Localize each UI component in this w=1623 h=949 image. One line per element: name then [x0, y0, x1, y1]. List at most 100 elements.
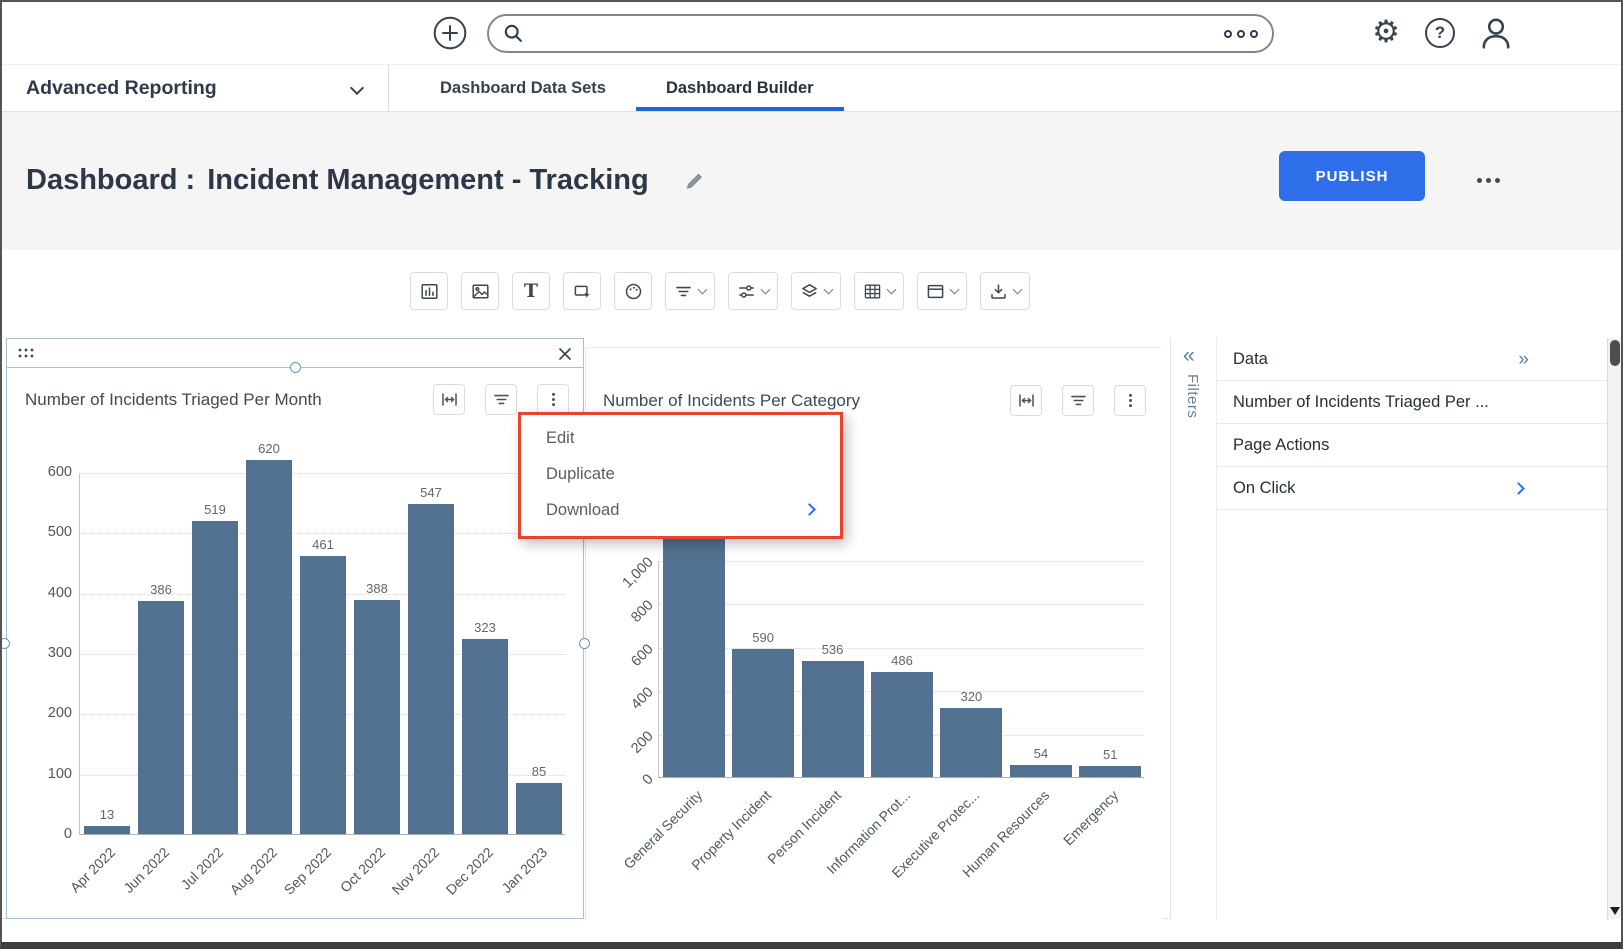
- y-axis-tick-label: 400: [26, 585, 72, 601]
- row-label: On Click: [1233, 479, 1295, 497]
- widget-actions: [1010, 385, 1146, 416]
- chart-bar[interactable]: [802, 661, 864, 777]
- search-input[interactable]: [533, 24, 1215, 44]
- menu-item-edit[interactable]: Edit: [521, 420, 840, 456]
- widget-title: Number of Incidents Triaged Per Month: [25, 390, 322, 410]
- chevron-down-icon: [1013, 284, 1023, 294]
- filter-icon: [492, 390, 511, 409]
- insert-shape-button[interactable]: [563, 272, 601, 310]
- chart-bar[interactable]: [1010, 765, 1072, 777]
- image-icon: [471, 282, 490, 301]
- chart-bar[interactable]: [871, 672, 933, 777]
- controls-menu-button[interactable]: [728, 272, 778, 310]
- chart-bar[interactable]: [663, 527, 725, 777]
- widget-kebab-menu-button[interactable]: [537, 384, 569, 415]
- data-row-on-click[interactable]: On Click: [1217, 467, 1607, 510]
- remove-widget-button[interactable]: [555, 344, 575, 364]
- y-axis-tick-label: 100: [26, 766, 72, 782]
- chart-bar[interactable]: [940, 708, 1002, 777]
- scrollbar-thumb[interactable]: [1610, 340, 1620, 366]
- product-name: Advanced Reporting: [26, 77, 217, 100]
- nav-tabs: Dashboard Data Sets Dashboard Builder: [410, 65, 844, 111]
- resize-handle-top[interactable]: [290, 362, 301, 373]
- x-axis-label: Person Incident: [712, 787, 844, 919]
- bar-value-label: 13: [75, 807, 139, 822]
- question-icon: ?: [1435, 23, 1445, 43]
- table-menu-button[interactable]: [854, 272, 904, 310]
- gridline: [659, 604, 1144, 605]
- menu-item-download[interactable]: Download: [521, 492, 840, 528]
- scroll-down-arrow-icon[interactable]: [1610, 907, 1620, 915]
- bar-chart-incidents-per-category: 02004006008001,0001,150General Security5…: [600, 561, 1152, 913]
- widget-kebab-menu-button[interactable]: [1114, 385, 1146, 416]
- bar-value-label: 51: [1078, 747, 1142, 762]
- layers-icon: [800, 282, 819, 301]
- edit-title-button[interactable]: [683, 170, 705, 192]
- expand-width-icon: [1017, 391, 1036, 410]
- drag-handle-icon[interactable]: [17, 347, 35, 359]
- help-button[interactable]: ?: [1425, 18, 1455, 48]
- vertical-scrollbar[interactable]: [1607, 338, 1623, 919]
- chart-bar[interactable]: [1079, 766, 1141, 777]
- canvas-area: Number of Incidents Triaged Per Month: [2, 338, 1621, 919]
- more-options-button[interactable]: [1470, 167, 1506, 193]
- tab-dashboard-builder[interactable]: Dashboard Builder: [636, 65, 844, 111]
- chevron-down-icon: [824, 284, 834, 294]
- y-axis-tick-label: 500: [26, 524, 72, 540]
- bar-value-label: 590: [731, 630, 795, 645]
- tab-dashboard-data-sets[interactable]: Dashboard Data Sets: [410, 65, 636, 111]
- bar-value-label: 386: [129, 582, 193, 597]
- chart-bar[interactable]: [516, 783, 562, 834]
- resize-widget-button[interactable]: [1010, 385, 1042, 416]
- widget-incidents-per-month[interactable]: Number of Incidents Triaged Per Month: [6, 367, 584, 919]
- insert-image-button[interactable]: [461, 272, 499, 310]
- insert-text-button[interactable]: T: [512, 272, 550, 310]
- menu-item-duplicate[interactable]: Duplicate: [521, 456, 840, 492]
- shape-icon: [573, 282, 592, 301]
- theme-button[interactable]: [614, 272, 652, 310]
- chart-bar[interactable]: [192, 521, 238, 834]
- chart-bar[interactable]: [354, 600, 400, 834]
- settings-button[interactable]: ⚙: [1366, 12, 1406, 52]
- table-icon: [863, 282, 882, 301]
- widget-filter-button[interactable]: [485, 384, 517, 415]
- page-header: Dashboard : Incident Management - Tracki…: [2, 112, 1621, 250]
- layout-icon: [926, 282, 945, 301]
- chart-bar[interactable]: [138, 601, 184, 834]
- export-menu-button[interactable]: [980, 272, 1030, 310]
- widget-title: Number of Incidents Per Category: [603, 391, 860, 411]
- insert-chart-button[interactable]: [410, 272, 448, 310]
- product-switcher[interactable]: Advanced Reporting: [26, 65, 217, 111]
- add-button[interactable]: [432, 15, 468, 51]
- dashboard-name: Incident Management - Tracking: [207, 164, 649, 197]
- chart-bar[interactable]: [408, 504, 454, 834]
- search-options-icon[interactable]: [1224, 30, 1258, 38]
- search-icon: [503, 23, 524, 44]
- y-axis-tick-label: 1,000: [613, 554, 657, 598]
- y-axis-tick-label: 400: [613, 685, 657, 729]
- chart-bar[interactable]: [732, 649, 794, 777]
- resize-handle-right[interactable]: [579, 638, 590, 649]
- close-icon: [557, 346, 573, 362]
- filter-menu-button[interactable]: [665, 272, 715, 310]
- user-menu-button[interactable]: [1477, 14, 1515, 52]
- filters-panel-toggle[interactable]: « Filters: [1171, 338, 1217, 919]
- layout-menu-button[interactable]: [917, 272, 967, 310]
- chart-bar[interactable]: [84, 826, 130, 834]
- plot-area: 010020030040050060013Apr 2022386Jun 2022…: [79, 473, 565, 835]
- bar-value-label: 536: [801, 642, 865, 657]
- chart-bar[interactable]: [246, 460, 292, 834]
- data-row-dataset[interactable]: Number of Incidents Triaged Per ...: [1217, 381, 1607, 424]
- chart-bar[interactable]: [462, 639, 508, 834]
- y-axis-tick-label: 200: [613, 728, 657, 772]
- data-panel-header[interactable]: Data »: [1217, 338, 1607, 381]
- widget-filter-button[interactable]: [1062, 385, 1094, 416]
- data-row-page-actions[interactable]: Page Actions: [1217, 424, 1607, 467]
- plot-area: 02004006008001,0001,150General Security5…: [658, 561, 1144, 778]
- publish-button[interactable]: PUBLISH: [1279, 151, 1425, 201]
- page-title-label: Dashboard :: [26, 164, 195, 197]
- chart-bar[interactable]: [300, 556, 346, 834]
- x-axis-label: Information Prot...: [782, 787, 914, 919]
- layers-menu-button[interactable]: [791, 272, 841, 310]
- resize-widget-button[interactable]: [433, 384, 465, 415]
